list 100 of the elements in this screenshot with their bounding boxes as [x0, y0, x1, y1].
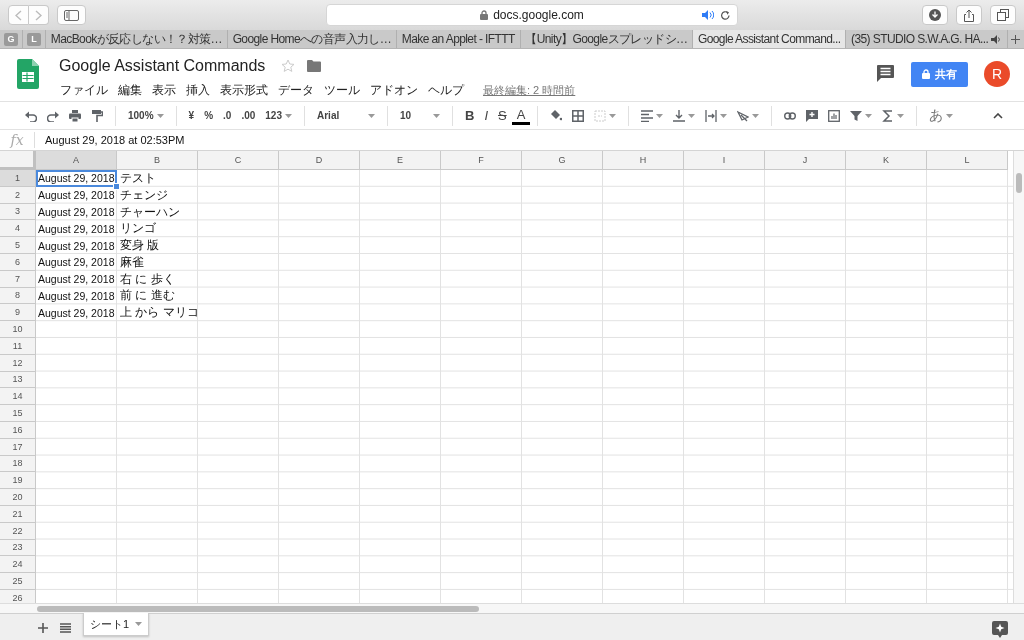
sheet-list-icon[interactable]: [60, 623, 71, 633]
caret-icon[interactable]: [688, 113, 696, 118]
chevron-up-icon[interactable]: [993, 112, 1004, 119]
print-icon[interactable]: [69, 109, 81, 122]
row-header[interactable]: 24: [0, 556, 36, 574]
row-header[interactable]: 10: [0, 321, 36, 338]
filter-icon[interactable]: [850, 109, 863, 122]
caret-icon[interactable]: [720, 113, 728, 118]
fill-handle[interactable]: [113, 182, 120, 190]
font-dropdown[interactable]: Arial: [312, 104, 380, 127]
percent-button[interactable]: %: [199, 104, 219, 127]
vertical-align-icon[interactable]: [673, 109, 686, 122]
tabs-icon[interactable]: [997, 9, 1009, 21]
column-header[interactable]: C: [198, 151, 279, 170]
speaker-icon[interactable]: [991, 34, 1003, 44]
column-header[interactable]: I: [684, 151, 765, 170]
row-header[interactable]: 19: [0, 472, 36, 490]
caret-icon[interactable]: [609, 113, 617, 118]
menu-item[interactable]: 挿入: [181, 79, 215, 101]
menu-item[interactable]: ヘルプ: [423, 79, 469, 101]
add-comment-icon[interactable]: [806, 109, 819, 122]
speaker-icon[interactable]: [702, 10, 714, 20]
row-header[interactable]: 25: [0, 573, 36, 590]
caret-icon[interactable]: [656, 113, 664, 118]
column-header[interactable]: J: [765, 151, 846, 170]
sheet-tab[interactable]: シート1: [83, 613, 150, 636]
sidebar-icon[interactable]: [64, 9, 79, 21]
menu-item[interactable]: 表示: [147, 79, 181, 101]
borders-icon[interactable]: [572, 109, 585, 122]
text-rotate-icon[interactable]: [737, 109, 750, 122]
caret-icon[interactable]: [865, 113, 873, 118]
caret-icon[interactable]: [946, 113, 954, 118]
caret-icon[interactable]: [752, 113, 760, 118]
menu-item[interactable]: 編集: [113, 79, 147, 101]
column-header[interactable]: H: [603, 151, 684, 170]
user-avatar[interactable]: R: [984, 61, 1010, 87]
decrease-decimal-button[interactable]: .0: [218, 104, 237, 127]
row-header[interactable]: 5: [0, 237, 36, 254]
row-header[interactable]: 20: [0, 489, 36, 506]
browser-tab[interactable]: Google Homeへの音声入力し…: [227, 30, 398, 48]
sum-icon[interactable]: [882, 109, 895, 122]
caret-icon[interactable]: [156, 113, 164, 118]
caret-icon[interactable]: [135, 622, 143, 626]
increase-decimal-button[interactable]: .00: [236, 104, 261, 127]
sidebar-button[interactable]: [57, 5, 86, 25]
add-sheet-icon[interactable]: [38, 623, 48, 633]
column-header[interactable]: D: [279, 151, 360, 170]
caret-icon[interactable]: [897, 113, 905, 118]
row-header[interactable]: 1: [0, 170, 36, 187]
link-icon[interactable]: [784, 109, 797, 122]
undo-icon[interactable]: [25, 109, 37, 122]
column-header[interactable]: E: [360, 151, 441, 170]
number-format-dropdown[interactable]: 123: [260, 104, 297, 127]
font-size-dropdown[interactable]: 10: [395, 104, 445, 127]
row-header[interactable]: 15: [0, 405, 36, 422]
folder-icon[interactable]: [307, 60, 322, 72]
share-icon[interactable]: [963, 8, 975, 22]
plus-icon[interactable]: [1011, 34, 1021, 44]
browser-tab[interactable]: Google Assistant Command...: [693, 30, 847, 48]
strikethrough-button[interactable]: S: [493, 104, 512, 127]
browser-tab[interactable]: MacBookが反応しない！？対策…: [46, 30, 228, 48]
paint-format-icon[interactable]: [91, 109, 103, 122]
comment-icon[interactable]: [877, 65, 895, 83]
caret-icon[interactable]: [285, 113, 292, 118]
zoom-dropdown[interactable]: 100%: [123, 104, 169, 127]
browser-tab[interactable]: Make an Applet - IFTTT: [397, 30, 521, 48]
menu-item[interactable]: アドオン: [365, 79, 423, 101]
caret-icon[interactable]: [368, 113, 375, 118]
menu-item[interactable]: ツール: [319, 79, 365, 101]
text-wrap-icon[interactable]: [705, 109, 718, 122]
bold-button[interactable]: B: [460, 104, 480, 127]
last-edit-link[interactable]: 最終編集: 2 時間前: [483, 82, 576, 98]
column-header[interactable]: F: [441, 151, 522, 170]
share-button[interactable]: [956, 5, 982, 25]
scrollbar-thumb[interactable]: [37, 605, 479, 612]
menu-item[interactable]: ファイル: [55, 79, 113, 101]
scrollbar-thumb[interactable]: [1016, 173, 1022, 193]
download-icon[interactable]: [929, 9, 941, 21]
column-header[interactable]: A: [36, 151, 117, 170]
column-header[interactable]: L: [927, 151, 1008, 170]
text-color-button[interactable]: A: [511, 106, 531, 125]
download-button[interactable]: [922, 5, 948, 25]
menu-item[interactable]: データ: [273, 79, 319, 101]
column-header[interactable]: G: [522, 151, 603, 170]
input-tools-dropdown[interactable]: あ: [924, 104, 959, 127]
reload-icon[interactable]: [720, 9, 731, 21]
align-left-icon[interactable]: [641, 109, 654, 122]
menu-item[interactable]: 表示形式: [215, 79, 273, 101]
explore-icon[interactable]: [992, 621, 1008, 638]
spreadsheet-logo-icon[interactable]: [17, 59, 39, 89]
currency-button[interactable]: ¥: [183, 104, 200, 127]
address-field[interactable]: docs.google.com: [326, 4, 738, 26]
star-icon[interactable]: [281, 59, 296, 73]
row-header[interactable]: 14: [0, 388, 36, 406]
merge-cells-icon[interactable]: [594, 109, 607, 122]
browser-tab[interactable]: (35) STUDIO S.W.A.G. HA...: [846, 30, 1008, 48]
formula-field[interactable]: August 29, 2018 at 02:53PM: [35, 134, 185, 146]
document-title[interactable]: Google Assistant Commands: [55, 57, 270, 75]
row-header[interactable]: 9: [0, 304, 36, 322]
column-header[interactable]: K: [846, 151, 927, 170]
